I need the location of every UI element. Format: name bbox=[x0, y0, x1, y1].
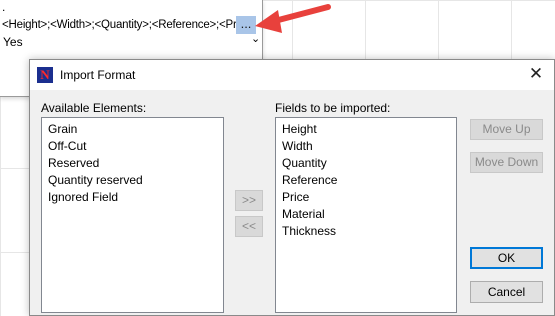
chevron-down-icon[interactable]: ⌄ bbox=[251, 34, 260, 45]
available-element-item[interactable]: Grain bbox=[42, 121, 223, 138]
dialog-titlebar: N Import Format ✕ bbox=[30, 60, 554, 90]
app-logo-icon: N bbox=[37, 67, 53, 83]
available-element-item[interactable]: Off-Cut bbox=[42, 138, 223, 155]
import-format-dialog: N Import Format ✕ Available Elements: Gr… bbox=[29, 59, 555, 316]
remove-button[interactable]: << bbox=[235, 216, 263, 237]
import-field-item[interactable]: Reference bbox=[276, 172, 456, 189]
available-element-item[interactable]: Ignored Field bbox=[42, 189, 223, 206]
import-field-item[interactable]: Height bbox=[276, 121, 456, 138]
dialog-title: Import Format bbox=[60, 68, 136, 82]
available-element-item[interactable]: Quantity reserved bbox=[42, 172, 223, 189]
move-up-button[interactable]: Move Up bbox=[470, 119, 543, 140]
available-element-item[interactable]: Reserved bbox=[42, 155, 223, 172]
add-button[interactable]: >> bbox=[235, 190, 263, 211]
move-down-button[interactable]: Move Down bbox=[470, 152, 543, 173]
available-elements-list[interactable]: Grain Off-Cut Reserved Quantity reserved Ign… bbox=[41, 117, 224, 313]
available-elements-label: Available Elements: bbox=[41, 101, 147, 115]
background-dot: . bbox=[2, 0, 6, 14]
ellipsis-button[interactable]: ... bbox=[236, 16, 256, 34]
yes-value[interactable]: Yes bbox=[3, 35, 23, 49]
import-field-item[interactable]: Price bbox=[276, 189, 456, 206]
fields-to-import-label: Fields to be imported: bbox=[275, 101, 391, 115]
close-button[interactable]: ✕ bbox=[518, 60, 554, 90]
import-field-item[interactable]: Material bbox=[276, 206, 456, 223]
import-field-item[interactable]: Thickness bbox=[276, 223, 456, 240]
import-field-item[interactable]: Width bbox=[276, 138, 456, 155]
fields-to-import-list[interactable]: Height Width Quantity Reference Price Materia… bbox=[275, 117, 457, 313]
format-string-field[interactable]: <Height>;<Width>;<Quantity>;<Reference>;… bbox=[0, 16, 238, 34]
import-field-item[interactable]: Quantity bbox=[276, 155, 456, 172]
ok-button[interactable]: OK bbox=[470, 247, 543, 269]
cancel-button[interactable]: Cancel bbox=[470, 281, 543, 303]
